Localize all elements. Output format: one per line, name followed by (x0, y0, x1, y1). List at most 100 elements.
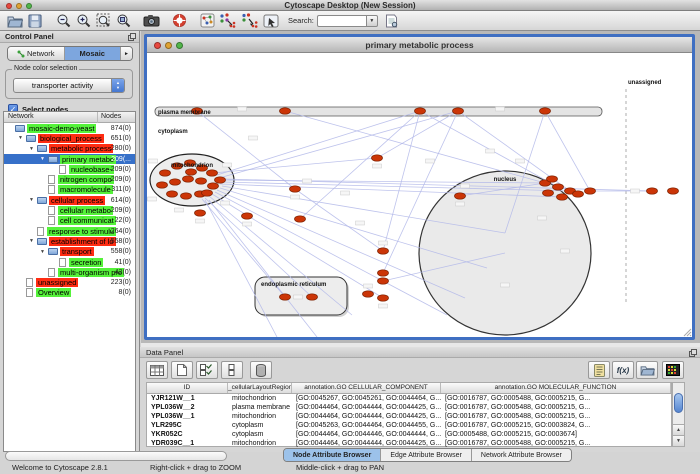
network-edge[interactable] (205, 200, 277, 337)
tab-network[interactable]: Network (8, 47, 65, 60)
network-node[interactable] (208, 183, 219, 189)
network-node[interactable] (181, 193, 192, 199)
network-node[interactable] (378, 278, 389, 284)
network-edge[interactable] (383, 111, 420, 251)
network-node[interactable] (455, 193, 466, 199)
network-view-window[interactable]: primary metabolic process (144, 34, 695, 340)
network-node[interactable] (573, 191, 584, 197)
network-node[interactable] (372, 155, 383, 161)
tab-mosaic[interactable]: Mosaic (65, 47, 122, 60)
layout-destroy-icon[interactable] (240, 13, 258, 29)
tree-row-cellular-metabo[interactable]: cellular metabo209(0) (4, 205, 135, 215)
search-input[interactable] (317, 15, 367, 27)
tree-row-secretion[interactable]: secretion41(0) (4, 257, 135, 267)
tree-row-nucleobase-[interactable]: nucleobase-209(0) (4, 164, 135, 174)
network-node[interactable] (157, 182, 168, 188)
tabs-overflow-arrow-icon[interactable]: ► (121, 47, 132, 60)
network-node[interactable] (553, 184, 564, 190)
network-edge[interactable] (377, 111, 458, 158)
tree-row-unassigned[interactable]: unassigned223(0) (4, 277, 135, 287)
table-row[interactable]: YKR052Ccytoplasm[GO:0044464, GO:0044446,… (147, 430, 671, 439)
snapshot-camera-icon[interactable] (142, 13, 160, 29)
tree-row-cell-communicat[interactable]: cell communicat22(0) (4, 216, 135, 226)
network-node[interactable] (196, 178, 207, 184)
zoom-in-icon[interactable] (74, 13, 92, 29)
tree-row-establishment-of-lo[interactable]: ▼establishment of lo558(0) (4, 236, 135, 246)
matrix-heatmap-icon[interactable] (662, 361, 684, 379)
network-node[interactable] (280, 108, 291, 114)
tree-row-macromolecule[interactable]: macromolecule311(0) (4, 185, 135, 195)
attribute-table-icon[interactable] (146, 361, 168, 379)
table-row[interactable]: YPL036W__2plasma membrane[GO:0044464, GO… (147, 403, 671, 412)
network-node[interactable] (378, 295, 389, 301)
unselect-attributes-icon[interactable] (221, 361, 243, 379)
tree-col-nodes[interactable]: Nodes (101, 113, 121, 120)
network-node[interactable] (378, 248, 389, 254)
network-canvas[interactable]: plasma membrane cytoplasm mitochondrion … (147, 53, 692, 337)
table-row[interactable]: YJR121W__1mitochondrion[GO:0045267, GO:0… (147, 394, 671, 403)
open-file-icon[interactable] (6, 13, 24, 29)
network-node[interactable] (186, 169, 197, 175)
tree-row-mosaic-demo-yeast[interactable]: mosaic-demo-yeast874(0) (4, 123, 135, 133)
table-column-header[interactable]: annotation.GO CELLULAR_COMPONENT (292, 383, 441, 393)
network-node[interactable] (547, 176, 558, 182)
node-color-dropdown[interactable]: transporter activity ▲▼ (13, 78, 125, 93)
resize-grip-icon[interactable] (684, 329, 691, 336)
network-node[interactable] (295, 216, 306, 222)
tree-col-network[interactable]: Network (8, 113, 34, 120)
table-column-header[interactable]: annotation.GO MOLECULAR_FUNCTION (441, 383, 671, 393)
network-edge[interactable] (300, 111, 420, 219)
network-node[interactable] (668, 188, 679, 194)
network-node[interactable] (167, 191, 178, 197)
annotation-select-icon[interactable] (262, 13, 280, 29)
tree-row-overview[interactable]: Overview8(0) (4, 288, 135, 298)
delete-attribute-icon[interactable] (250, 361, 272, 379)
scroll-up-icon[interactable]: ▲ (673, 424, 684, 435)
import-attributes-icon[interactable] (588, 361, 610, 379)
formula-builder-icon[interactable]: f(x) (612, 361, 634, 379)
tree-row-transport[interactable]: ▼transport558(0) (4, 247, 135, 257)
float-data-panel-icon[interactable] (689, 349, 697, 357)
float-panel-icon[interactable] (128, 33, 136, 41)
network-node[interactable] (170, 179, 181, 185)
zoom-selected-icon[interactable] (114, 13, 132, 29)
network-node[interactable] (585, 188, 596, 194)
tab-network-attribute-browser[interactable]: Network Attribute Browser (472, 449, 571, 461)
network-node[interactable] (540, 108, 551, 114)
help-lifesaver-icon[interactable] (170, 13, 188, 29)
select-attributes-icon[interactable] (196, 361, 218, 379)
search-dropdown-arrow-icon[interactable]: ▼ (367, 15, 378, 27)
table-row[interactable]: YPL036W__1mitochondrion[GO:0044464, GO:0… (147, 412, 671, 421)
open-attribute-file-icon[interactable] (636, 361, 658, 379)
table-column-header[interactable]: _cellularLayoutRegion (228, 383, 292, 393)
network-node[interactable] (307, 294, 318, 300)
network-node[interactable] (207, 170, 218, 176)
network-node[interactable] (363, 291, 374, 297)
table-row[interactable]: YLR295Ccytoplasm[GO:0045263, GO:0044464,… (147, 421, 671, 430)
network-node[interactable] (183, 176, 194, 182)
table-column-header[interactable]: ID (147, 383, 228, 393)
network-node[interactable] (290, 186, 301, 192)
table-row[interactable]: YDR039C__1mitochondrion[GO:0044464, GO:0… (147, 439, 671, 448)
tree-row-response-to-stimulu[interactable]: response to stimulu264(0) (4, 226, 135, 236)
network-node[interactable] (202, 190, 213, 196)
scroll-down-icon[interactable]: ▼ (673, 435, 684, 446)
save-session-icon[interactable] (26, 13, 44, 29)
scrollbar-thumb[interactable] (674, 393, 683, 413)
tree-row-biological-process[interactable]: ▼biological_process651(0) (4, 133, 135, 143)
network-node[interactable] (453, 108, 464, 114)
tree-row-nitrogen-compo[interactable]: nitrogen compo209(0) (4, 174, 135, 184)
network-node[interactable] (242, 213, 253, 219)
tree-expand-icon[interactable]: ▼ (40, 156, 48, 162)
network-node[interactable] (160, 170, 171, 176)
network-edge[interactable] (219, 111, 458, 178)
tree-expand-icon[interactable]: ▼ (40, 249, 48, 255)
tab-edge-attribute-browser[interactable]: Edge Attribute Browser (381, 449, 472, 461)
network-node[interactable] (543, 190, 554, 196)
network-node[interactable] (280, 294, 291, 300)
network-node[interactable] (378, 270, 389, 276)
tree-expand-icon[interactable]: ▼ (18, 135, 26, 141)
network-node[interactable] (557, 194, 568, 200)
tree-expand-icon[interactable]: ▼ (29, 238, 37, 244)
zoom-fit-icon[interactable] (94, 13, 112, 29)
